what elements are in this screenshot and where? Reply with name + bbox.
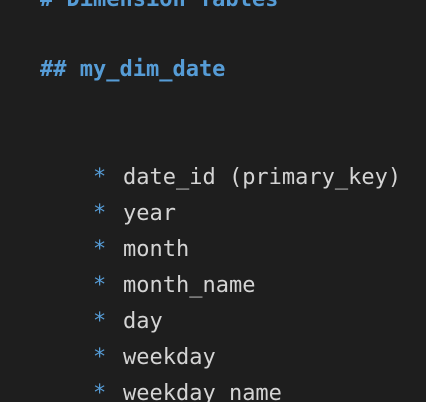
heading-my-dim-date: ## my_dim_date [40, 57, 226, 82]
list-item: * weekday [40, 304, 216, 370]
heading-dimension-tables: # Dimension Tables [40, 0, 278, 18]
list-item: * weekday_name [40, 340, 282, 402]
list-item: * month [40, 196, 189, 262]
list-item: * month_name [40, 232, 255, 298]
list-item: * date_id (primary_key) [40, 124, 401, 190]
list-item: * year [40, 160, 176, 226]
markdown-editor[interactable]: # Dimension Tables ## my_dim_date *date_… [0, 0, 426, 402]
list-item: * day [40, 268, 163, 334]
list-item-text: weekday_name [122, 381, 282, 402]
bullet-marker: * [92, 381, 107, 402]
